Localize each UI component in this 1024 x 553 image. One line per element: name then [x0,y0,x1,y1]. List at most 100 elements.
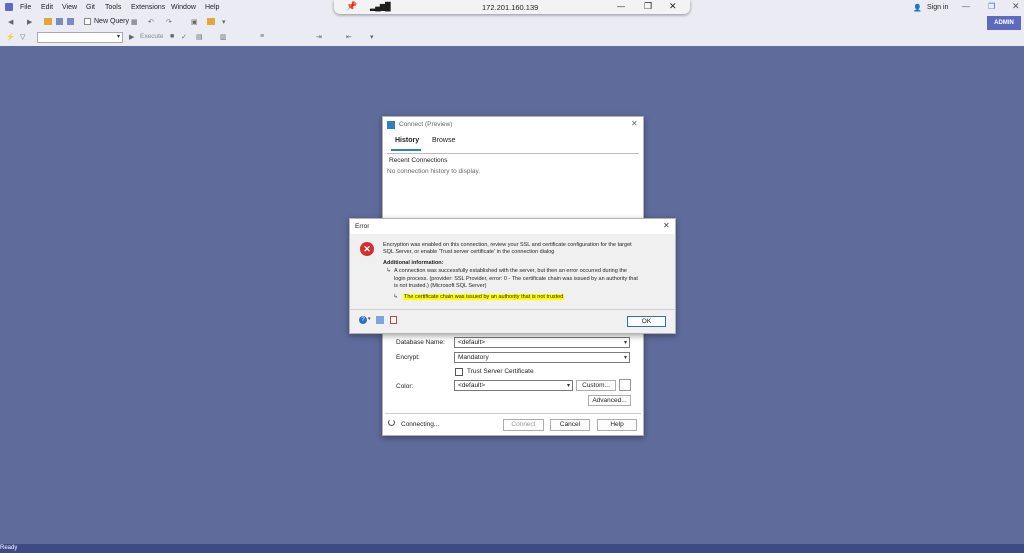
save-all-icon[interactable] [67,18,74,25]
dialog-logo-icon [387,121,395,129]
connect-button[interactable]: Connect [503,419,544,431]
ok-button[interactable]: OK [627,316,666,327]
error-message-line2: SQL Server, or enable 'Trust server cert… [383,249,555,255]
copy-message-icon[interactable] [376,316,384,324]
account-icon[interactable]: 👤 [913,4,922,12]
custom-color-button[interactable]: Custom... [576,380,616,391]
toolbox-icon[interactable] [207,18,215,25]
forward-icon[interactable]: ▶ [27,18,32,26]
help-dropdown-icon[interactable]: ▾ [368,316,371,322]
advanced-button[interactable]: Advanced... [588,395,631,406]
undo-icon[interactable]: ↶ [148,18,154,26]
tab-divider [387,153,639,154]
connecting-status: Connecting... [401,421,440,428]
remote-desktop-bar: 📌 ▂▄▆█ 172.201.160.139 — ❐ ✕ [334,0,690,14]
execute-icon[interactable]: ▶ [129,33,134,41]
connect-dialog-close-icon[interactable]: ✕ [631,119,638,128]
menu-view[interactable]: View [62,4,77,11]
signal-strength-icon: ▂▄▆█ [370,2,391,11]
cancel-button[interactable]: Cancel [550,419,590,431]
chevron-down-icon: ▾ [116,34,120,40]
help-icon[interactable]: ? [359,316,367,324]
encrypt-value: Mandatory [458,354,489,361]
account-badge[interactable]: ADMIN [987,16,1021,30]
empty-history-text: No connection history to display. [387,168,481,175]
properties-icon[interactable]: ▣ [191,18,198,26]
rdp-close-icon[interactable]: ✕ [669,1,677,12]
detail-line2: login process. (provider: SSL Provider, … [394,276,638,282]
filter-icon[interactable]: ▽ [20,33,25,41]
redo-icon[interactable]: ↷ [166,18,172,26]
database-value: <default> [458,339,486,346]
encrypt-dropdown[interactable]: Mandatory ▾ [454,352,630,363]
minimize-icon[interactable]: — [962,2,970,11]
error-dialog-close-icon[interactable]: ✕ [663,221,670,230]
database-label: Database Name: [396,339,445,346]
save-icon[interactable] [56,18,63,25]
remote-address: 172.201.160.139 [482,3,539,12]
color-value: <default> [458,382,486,389]
color-swatch[interactable] [619,379,631,391]
stop-icon[interactable]: ■ [170,33,174,40]
rdp-restore-icon[interactable]: ❐ [644,1,652,12]
show-technical-details-icon[interactable] [390,316,397,324]
recent-connections-header: Recent Connections [389,157,448,164]
detail-line3: is not trusted.) (Microsoft SQL Server) [394,283,487,289]
toolbar-options-icon[interactable]: ▾ [370,33,374,41]
rdp-minimize-icon[interactable]: — [617,2,625,11]
back-icon[interactable]: ◀ [8,18,13,26]
status-bar: Ready [0,544,1024,553]
sign-in-link[interactable]: Sign in [927,4,948,11]
menu-edit[interactable]: Edit [41,4,53,11]
encrypt-label: Encrypt: [396,354,420,361]
chevron-down-icon: ▾ [566,383,570,389]
menu-file[interactable]: File [20,4,31,11]
outdent-icon[interactable]: ⇤ [346,33,352,41]
error-footer-divider [350,309,675,310]
menu-window[interactable]: Window [171,4,196,11]
error-dialog-title: Error [355,223,370,230]
footer-divider [385,413,641,414]
error-message-line1: Encryption was enabled on this connectio… [383,242,632,248]
execute-button[interactable]: Execute [140,33,164,40]
highlighted-inner-error: The certificate chain was issued by an a… [403,294,565,300]
color-dropdown[interactable]: <default> ▾ [454,380,573,391]
trust-certificate-checkbox[interactable] [455,368,463,376]
chevron-down-icon: ▾ [623,355,627,361]
menu-git[interactable]: Git [86,4,95,11]
chevron-down-icon: ▾ [623,340,627,346]
close-icon[interactable]: ✕ [1012,1,1020,12]
results-icon[interactable]: ▤ [196,33,203,41]
color-label: Color: [396,383,414,390]
plan-icon[interactable]: ▥ [220,33,227,41]
database-name-combo[interactable]: <default> ▾ [454,337,630,348]
trust-certificate-label: Trust Server Certificate [467,368,534,375]
comment-icon[interactable]: ≡ [260,33,264,40]
activity-monitor-icon[interactable]: ▦ [131,18,138,26]
connect-icon[interactable]: ⚡ [6,33,15,41]
pin-icon[interactable]: 📌 [346,1,357,12]
status-text: Ready [0,545,18,551]
additional-info-header: Additional information: [383,260,444,266]
restore-icon[interactable]: ❐ [988,2,995,11]
new-query-button[interactable]: New Query [94,18,129,25]
query-toolbar: ⚡ ▽ ▾ ▶ Execute ■ ✓ ▤ ▥ ≡ ⇥ ⇤ ▾ [0,30,1024,47]
menu-help[interactable]: Help [205,4,219,11]
error-dialog: Error ✕ ✕ Encryption was enabled on this… [349,218,676,334]
tree-branch-icon: ↳ [393,294,399,300]
help-button[interactable]: Help [597,419,637,431]
database-dropdown[interactable]: ▾ [37,32,123,43]
menu-tools[interactable]: Tools [105,4,121,11]
error-icon: ✕ [360,242,374,256]
app-logo-icon [5,3,13,11]
parse-icon[interactable]: ✓ [181,33,187,41]
open-folder-icon[interactable] [44,18,52,25]
connect-dialog-title: Connect (Preview) [399,121,453,128]
indent-icon[interactable]: ⇥ [316,33,322,41]
menu-extensions[interactable]: Extensions [131,4,165,11]
new-query-icon[interactable] [84,18,91,25]
error-title-bar: Error ✕ [350,219,675,234]
tab-history[interactable]: History [395,137,419,144]
customize-icon[interactable]: ▾ [222,18,226,26]
tab-browse[interactable]: Browse [432,137,455,144]
